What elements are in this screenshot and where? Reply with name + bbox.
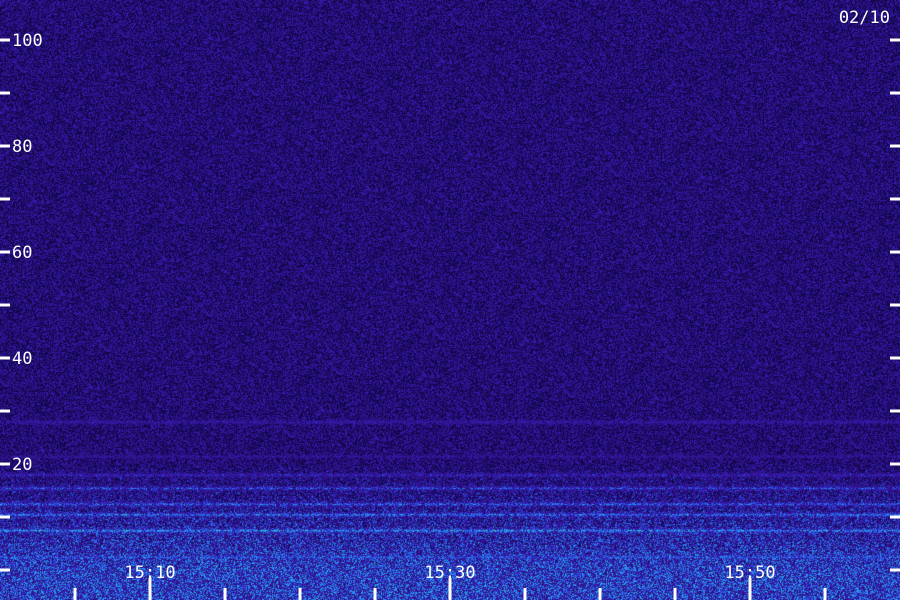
y-tick-label-20: 20	[12, 455, 32, 475]
y-tick-label-100: 100	[12, 31, 43, 51]
spectrogram-plot: 100 80 60 40 20 15:10 15:30 15:50 02/10	[0, 0, 900, 600]
x-axis: 15:10 15:30 15:50	[73, 563, 827, 600]
date-label: 02/10	[839, 8, 890, 28]
x-tick-label-2: 15:50	[724, 563, 775, 583]
y-tick-label-40: 40	[12, 349, 32, 369]
y-axis: 100 80 60 40 20	[0, 31, 900, 572]
x-tick-label-1: 15:30	[424, 563, 475, 583]
y-tick-label-60: 60	[12, 243, 32, 263]
spectrogram-axes: 100 80 60 40 20 15:10 15:30 15:50 02/10	[0, 8, 900, 600]
y-tick-label-80: 80	[12, 137, 32, 157]
x-tick-label-0: 15:10	[124, 563, 175, 583]
